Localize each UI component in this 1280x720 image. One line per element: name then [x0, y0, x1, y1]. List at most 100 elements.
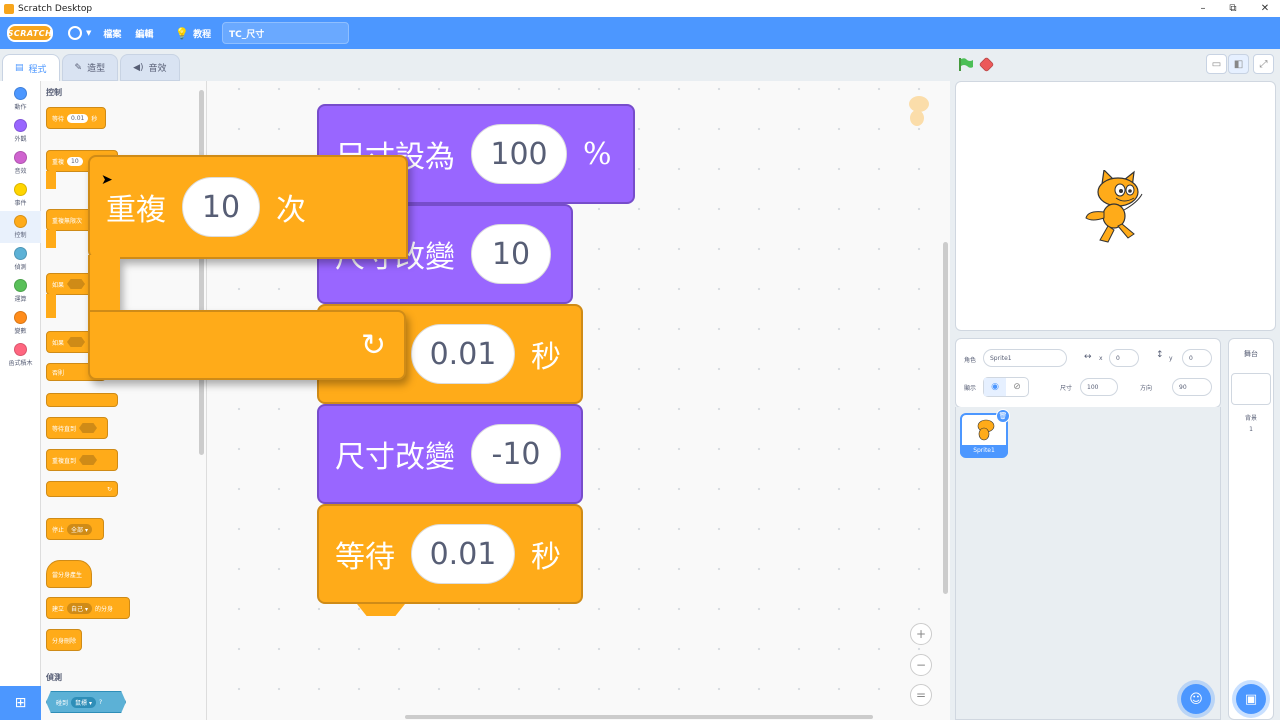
cat-sprite[interactable] [1082, 170, 1150, 244]
palette-delete-clone-block[interactable]: 分身刪除 [46, 629, 82, 651]
show-eye-button[interactable]: ◉ [984, 378, 1006, 396]
backdrops-label: 背景 [1244, 415, 1257, 422]
add-sprite-button[interactable]: ☺ [1181, 684, 1211, 714]
palette-heading-sensing: 偵測 [46, 673, 62, 682]
block-text: 當分身產生 [52, 571, 83, 579]
category-sensing[interactable]: 偵測 [0, 243, 41, 275]
size-label: 尺寸 [1060, 385, 1073, 392]
category-variables[interactable]: 變數 [0, 307, 41, 339]
tab-sounds[interactable]: ◀) 音效 [120, 54, 180, 81]
file-menu[interactable]: 檔案 [103, 27, 121, 40]
sensing-dot [14, 247, 27, 260]
block-text: 秒 [531, 340, 561, 375]
add-backdrop-button[interactable]: ▣ [1236, 684, 1266, 714]
palette-stop-block[interactable]: 停止 全部 ▾ [46, 518, 104, 540]
wait-input-1[interactable]: 0.01 [411, 324, 515, 384]
repeat-count-input[interactable]: 10 [182, 177, 260, 237]
block-text: 次 [276, 193, 306, 228]
category-my-blocks[interactable]: 函式積木 [0, 339, 41, 371]
variables-dot [14, 311, 27, 324]
maximize-button[interactable]: ⧉ [1218, 0, 1248, 17]
x-arrow-icon: ↔ [1084, 352, 1092, 362]
small-stage-button[interactable]: ▭ [1206, 54, 1227, 74]
category-operators[interactable]: 運算 [0, 275, 41, 307]
change-size-input-2[interactable]: -10 [471, 424, 561, 484]
minimize-button[interactable]: – [1188, 0, 1218, 17]
category-control[interactable]: 控制 [0, 211, 41, 243]
sprite-name-input[interactable]: Sprite1 [983, 349, 1067, 367]
backdrop-thumbnail[interactable] [1231, 373, 1271, 405]
category-label: 音效 [14, 168, 27, 175]
window-titlebar: Scratch Desktop [0, 0, 1280, 17]
category-sound[interactable]: 音效 [0, 147, 41, 179]
green-flag-icon[interactable] [959, 58, 973, 71]
palette-clone-start-block[interactable]: 當分身產生 [46, 560, 92, 588]
x-input[interactable]: 0 [1109, 349, 1139, 367]
zoom-reset-button[interactable]: = [910, 684, 932, 706]
speaker-icon: ◀) [133, 62, 144, 73]
block-text: 重複無限次 [52, 217, 83, 225]
language-menu[interactable]: ▼ [68, 26, 91, 40]
trash-icon: 🗑 [998, 412, 1008, 420]
condition-slot [67, 279, 86, 289]
lightbulb-icon: 💡 [175, 26, 190, 40]
script-v-scrollbar[interactable] [943, 242, 948, 594]
stage-selector-title: 舞台 [1244, 350, 1258, 358]
category-menu: 動作 外觀 音效 事件 控制 偵測 運算 變數 函式積木 [0, 81, 41, 686]
stop-dropdown: 全部 ▾ [67, 523, 92, 535]
direction-label: 方向 [1140, 385, 1153, 392]
palette-create-clone-block[interactable]: 建立 自己 ▾ 的分身 [46, 597, 130, 619]
tab-costumes-label: 造型 [87, 64, 106, 74]
dragged-repeat-block[interactable]: 重複 10 次 ↻ [88, 155, 408, 392]
block-text: 等待直到 [52, 425, 77, 433]
size-input[interactable]: 100 [1080, 378, 1118, 396]
tutorials-label: 教程 [193, 29, 212, 40]
palette-wait-until-block[interactable]: 等待直到 [46, 417, 108, 439]
palette-repeat-until-bottom: ↻ [46, 481, 118, 497]
block-text: 重複 [52, 158, 65, 166]
category-events[interactable]: 事件 [0, 179, 41, 211]
stage-canvas[interactable] [955, 81, 1276, 331]
palette-wait-block[interactable]: 等待 0.01 秒 [46, 107, 106, 129]
category-looks[interactable]: 外觀 [0, 115, 41, 147]
block-text: 尺寸改變 [335, 440, 455, 475]
project-title-input[interactable]: TC_尺寸 [222, 22, 349, 44]
set-size-input[interactable]: 100 [471, 124, 567, 184]
palette-repeat-until-block[interactable]: 重複直到 [46, 449, 118, 471]
menu-bar: SCRATCH ▼ 檔案 編輯 💡 教程 TC_尺寸 [0, 17, 1280, 49]
block-text: 碰到 [56, 699, 69, 707]
stage-selector[interactable]: 舞台 背景 1 [1228, 338, 1274, 720]
delete-sprite-button[interactable]: 🗑 [996, 409, 1010, 423]
block-text: 秒 [531, 540, 561, 575]
change-size-block-2[interactable]: 尺寸改變 -10 [317, 404, 583, 504]
edit-menu[interactable]: 編輯 [135, 27, 153, 40]
clone-dropdown: 自己 ▾ [67, 602, 92, 614]
category-motion[interactable]: 動作 [0, 83, 41, 115]
tutorials-menu[interactable]: 💡 教程 [175, 27, 211, 40]
tab-code[interactable]: ▤ 程式 [2, 54, 60, 81]
sprite-thumb-cat-icon [977, 419, 995, 441]
category-label: 動作 [14, 104, 27, 111]
zoom-out-button[interactable]: − [910, 654, 932, 676]
wait-block-2[interactable]: 等待 0.01 秒 [317, 504, 583, 604]
block-text: 分身刪除 [52, 637, 77, 645]
palette-touching-block[interactable]: 碰到 鼠標 ▾ ? [46, 691, 126, 713]
block-text: 如果 [52, 281, 65, 289]
script-h-scrollbar[interactable] [405, 715, 873, 719]
y-input[interactable]: 0 [1182, 349, 1212, 367]
zoom-in-button[interactable]: + [910, 623, 932, 645]
add-extension-button[interactable]: ⊞ [0, 686, 41, 720]
hide-eye-button[interactable]: ⊘ [1006, 378, 1028, 396]
scratch-logo[interactable]: SCRATCH [7, 24, 53, 42]
fullscreen-button[interactable]: ⤢ [1253, 54, 1274, 74]
block-text: ? [98, 698, 103, 706]
wait-input-2[interactable]: 0.01 [411, 524, 515, 584]
tab-costumes[interactable]: ✎ 造型 [61, 54, 119, 81]
close-window-button[interactable]: ✕ [1250, 0, 1280, 17]
block-text: 的分身 [94, 605, 113, 613]
fullscreen-icon: ⤢ [1259, 58, 1268, 70]
normal-stage-button[interactable]: ◧ [1228, 54, 1249, 74]
direction-input[interactable]: 90 [1172, 378, 1212, 396]
sound-dot [14, 151, 27, 164]
change-size-input[interactable]: 10 [471, 224, 551, 284]
